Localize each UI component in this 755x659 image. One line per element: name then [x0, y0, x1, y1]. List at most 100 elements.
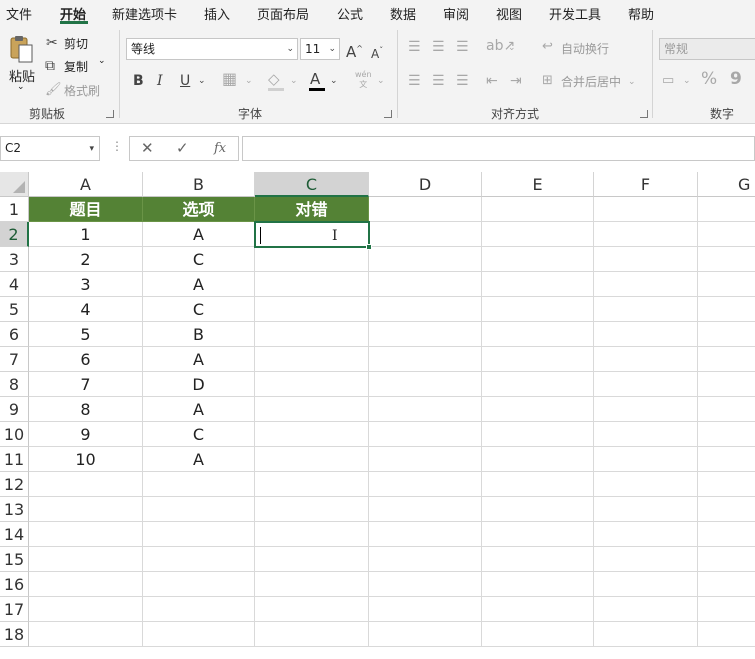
- cut-button[interactable]: 剪切: [64, 35, 88, 52]
- empty-cell[interactable]: [29, 572, 143, 597]
- empty-cell[interactable]: [594, 347, 698, 372]
- tab-file[interactable]: 文件: [6, 4, 32, 23]
- empty-cell[interactable]: [255, 472, 369, 497]
- empty-cell[interactable]: [369, 497, 482, 522]
- empty-cell[interactable]: [698, 622, 755, 647]
- data-cell-c[interactable]: [255, 372, 369, 397]
- paste-icon[interactable]: [8, 34, 34, 64]
- empty-cell[interactable]: [698, 372, 755, 397]
- empty-cell[interactable]: [698, 472, 755, 497]
- column-header-a[interactable]: A: [29, 172, 143, 197]
- empty-cell[interactable]: [482, 447, 594, 472]
- row-header[interactable]: 16: [0, 572, 29, 597]
- data-cell-a[interactable]: 1: [29, 222, 143, 247]
- empty-cell[interactable]: [369, 247, 482, 272]
- fill-handle[interactable]: [366, 244, 372, 250]
- column-header-c[interactable]: C: [255, 172, 369, 197]
- empty-cell[interactable]: [594, 422, 698, 447]
- data-cell-a[interactable]: 7: [29, 372, 143, 397]
- italic-button[interactable]: I: [157, 72, 163, 90]
- cut-icon[interactable]: ✂: [46, 34, 58, 52]
- empty-cell[interactable]: [594, 247, 698, 272]
- empty-cell[interactable]: [594, 297, 698, 322]
- header-cell-b[interactable]: 选项: [143, 197, 255, 222]
- data-cell-a[interactable]: 8: [29, 397, 143, 422]
- header-cell-c[interactable]: 对错: [255, 197, 369, 222]
- empty-cell[interactable]: [594, 372, 698, 397]
- data-cell-c[interactable]: [255, 272, 369, 297]
- data-cell-b[interactable]: C: [143, 422, 255, 447]
- row-header[interactable]: 1: [0, 197, 29, 222]
- empty-cell[interactable]: [143, 472, 255, 497]
- empty-cell[interactable]: [698, 272, 755, 297]
- empty-cell[interactable]: [698, 222, 755, 247]
- empty-cell[interactable]: [698, 597, 755, 622]
- alignment-launcher-icon[interactable]: [640, 110, 648, 118]
- grow-font-button[interactable]: A^: [346, 40, 363, 61]
- data-cell-a[interactable]: 9: [29, 422, 143, 447]
- data-cell-b[interactable]: D: [143, 372, 255, 397]
- format-painter-icon[interactable]: 🖌: [45, 81, 62, 99]
- empty-cell[interactable]: [594, 272, 698, 297]
- empty-cell[interactable]: [594, 547, 698, 572]
- tab-review[interactable]: 审阅: [443, 4, 469, 23]
- data-cell-b[interactable]: A: [143, 447, 255, 472]
- empty-cell[interactable]: [255, 522, 369, 547]
- empty-cell[interactable]: [29, 597, 143, 622]
- empty-cell[interactable]: [143, 497, 255, 522]
- empty-cell[interactable]: [369, 547, 482, 572]
- paste-dropdown-chevron-icon[interactable]: ⌄: [17, 82, 25, 92]
- name-box[interactable]: C2 ▾: [0, 136, 100, 161]
- copy-button[interactable]: 复制: [64, 58, 88, 75]
- wrap-text-icon[interactable]: ↩: [542, 38, 553, 56]
- empty-cell[interactable]: [255, 547, 369, 572]
- empty-cell[interactable]: [143, 572, 255, 597]
- format-painter-button[interactable]: 格式刷: [64, 82, 100, 99]
- decrease-indent-icon[interactable]: ⇤: [486, 72, 498, 90]
- empty-cell[interactable]: [482, 397, 594, 422]
- empty-cell[interactable]: [594, 622, 698, 647]
- row-header[interactable]: 8: [0, 372, 29, 397]
- empty-cell[interactable]: [482, 622, 594, 647]
- empty-cell[interactable]: [698, 497, 755, 522]
- empty-cell[interactable]: [29, 522, 143, 547]
- data-cell-c[interactable]: [255, 422, 369, 447]
- empty-cell[interactable]: [369, 397, 482, 422]
- empty-cell[interactable]: [698, 447, 755, 472]
- empty-cell[interactable]: [482, 422, 594, 447]
- empty-cell[interactable]: [594, 572, 698, 597]
- copy-icon[interactable]: ⧉: [45, 57, 55, 75]
- tab-view[interactable]: 视图: [496, 4, 522, 23]
- empty-cell[interactable]: [29, 547, 143, 572]
- empty-cell[interactable]: [369, 222, 482, 247]
- font-color-button[interactable]: A: [310, 70, 320, 88]
- row-header[interactable]: 2: [0, 222, 29, 247]
- empty-cell[interactable]: [482, 522, 594, 547]
- tab-developer[interactable]: 开发工具: [549, 4, 601, 23]
- empty-cell[interactable]: [369, 422, 482, 447]
- row-header[interactable]: 18: [0, 622, 29, 647]
- data-cell-c[interactable]: [255, 397, 369, 422]
- row-header[interactable]: 15: [0, 547, 29, 572]
- empty-cell[interactable]: [698, 322, 755, 347]
- align-middle-icon[interactable]: ☰: [432, 38, 445, 56]
- cancel-icon[interactable]: ✕: [141, 139, 154, 157]
- empty-cell[interactable]: [482, 372, 594, 397]
- font-color-dropdown-chevron-icon[interactable]: ⌄: [330, 72, 338, 90]
- empty-cell[interactable]: [482, 222, 594, 247]
- phonetic-guide-icon[interactable]: wén 文: [355, 70, 372, 90]
- empty-cell[interactable]: [594, 322, 698, 347]
- empty-cell[interactable]: [698, 547, 755, 572]
- empty-cell[interactable]: [482, 272, 594, 297]
- select-all-button[interactable]: [0, 172, 29, 197]
- empty-cell[interactable]: [482, 547, 594, 572]
- data-cell-b[interactable]: A: [143, 222, 255, 247]
- empty-cell[interactable]: [369, 372, 482, 397]
- data-cell-a[interactable]: 2: [29, 247, 143, 272]
- row-header[interactable]: 17: [0, 597, 29, 622]
- clipboard-launcher-icon[interactable]: [106, 110, 114, 118]
- empty-cell[interactable]: [698, 347, 755, 372]
- empty-cell[interactable]: [143, 547, 255, 572]
- data-cell-a[interactable]: 4: [29, 297, 143, 322]
- empty-cell[interactable]: [482, 322, 594, 347]
